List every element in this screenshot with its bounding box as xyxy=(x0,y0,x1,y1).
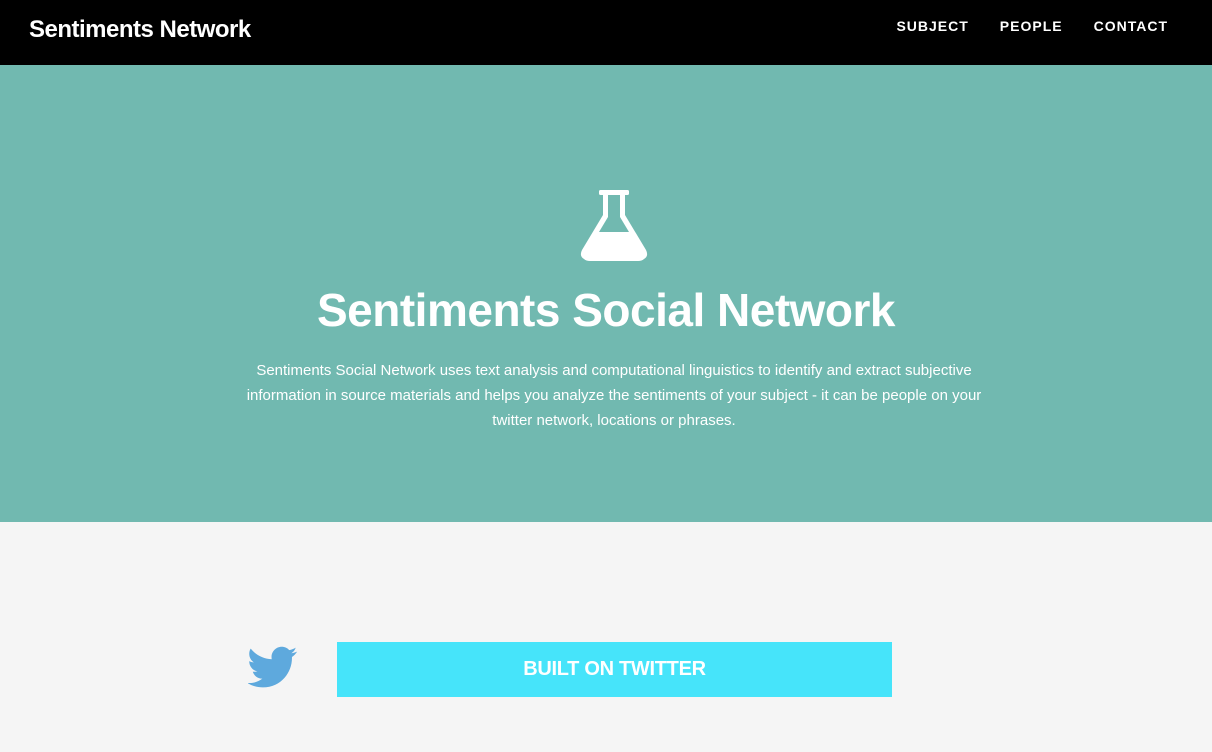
hero-section: Sentiments Social Network Sentiments Soc… xyxy=(0,65,1212,522)
hero-title: Sentiments Social Network xyxy=(317,284,896,336)
nav-contact[interactable]: CONTACT xyxy=(1094,17,1168,35)
nav-links: SUBJECT PEOPLE CONTACT xyxy=(896,17,1168,35)
nav-people[interactable]: PEOPLE xyxy=(1000,17,1063,35)
hero-description: Sentiments Social Network uses text anal… xyxy=(246,362,982,429)
brand-link[interactable]: Sentiments Network xyxy=(29,15,251,45)
navbar: Sentiments Network SUBJECT PEOPLE CONTAC… xyxy=(0,0,1212,65)
built-on-twitter-button[interactable]: BUILT ON TWITTER xyxy=(337,642,892,697)
nav-subject[interactable]: SUBJECT xyxy=(896,17,968,35)
twitter-section: BUILT ON TWITTER xyxy=(0,522,1212,752)
twitter-bird-icon xyxy=(248,646,298,688)
flask-icon xyxy=(580,190,648,261)
